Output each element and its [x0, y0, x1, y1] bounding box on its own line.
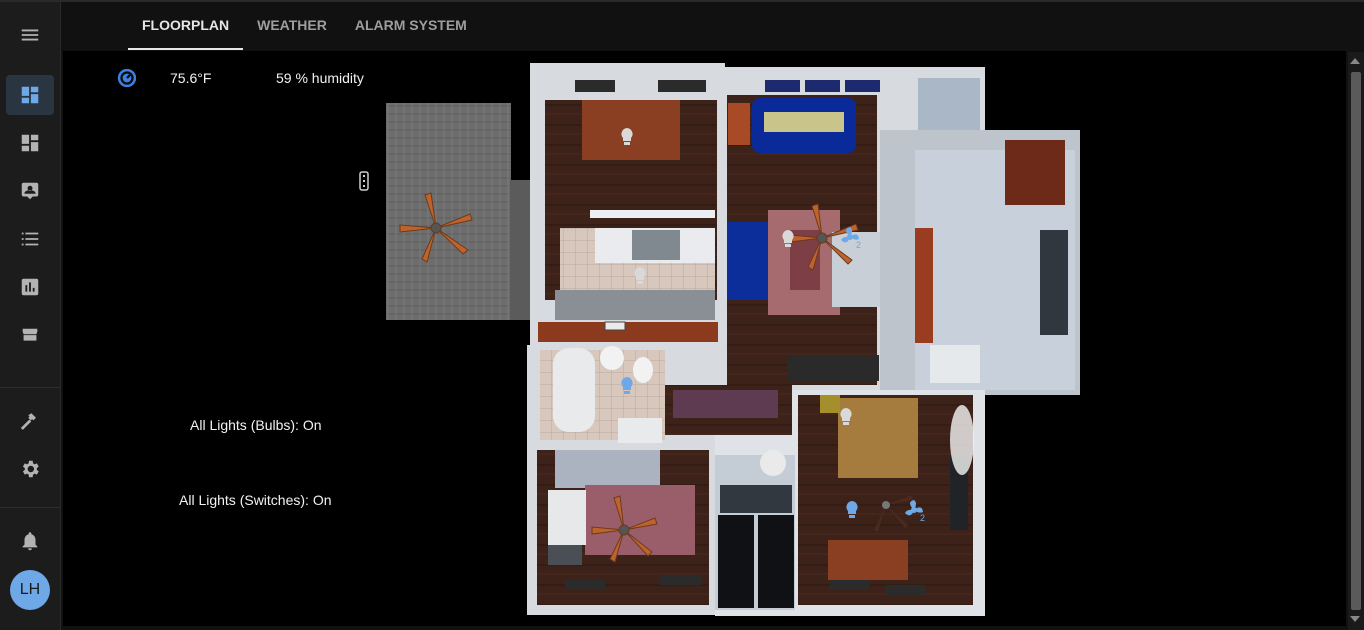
hammer-icon	[20, 413, 36, 430]
notifications-button[interactable]	[6, 521, 54, 561]
humidity-reading: 59 % humidity	[276, 70, 364, 86]
sidebar-divider	[0, 507, 60, 508]
sidebar-item-overview[interactable]	[6, 123, 54, 163]
chart-icon	[21, 278, 39, 296]
menu-icon	[21, 29, 39, 41]
scroll-up-arrow[interactable]	[1350, 58, 1360, 64]
gear-icon	[22, 460, 39, 478]
tab-bar: FLOORPLAN WEATHER ALARM SYSTEM	[128, 2, 481, 50]
sidebar-item-person[interactable]	[6, 171, 54, 211]
dashboard-icon	[21, 86, 39, 104]
format-list-icon	[21, 232, 39, 246]
thermostat-icon[interactable]	[116, 67, 138, 89]
menu-button[interactable]	[6, 15, 54, 55]
avatar[interactable]: LH	[10, 570, 50, 610]
scroll-down-arrow[interactable]	[1350, 616, 1360, 622]
sidebar-divider	[0, 387, 60, 388]
sidebar-item-developer-tools[interactable]	[6, 401, 54, 441]
sidebar-item-logbook[interactable]	[6, 219, 54, 259]
dashboard-icon	[21, 134, 39, 152]
tab-alarm-system[interactable]: ALARM SYSTEM	[341, 2, 481, 50]
scrollbar-thumb[interactable]	[1351, 72, 1361, 610]
sidebar-item-hacs[interactable]	[6, 317, 54, 357]
remote-icon[interactable]	[359, 171, 369, 191]
sidebar	[0, 2, 61, 630]
hacs-store-icon	[22, 328, 38, 341]
sidebar-item-history[interactable]	[6, 267, 54, 307]
fan-speed-label: 2	[856, 240, 861, 250]
floorplan-image: 2 2	[386, 63, 1080, 616]
all-lights-bulbs-status[interactable]: All Lights (Bulbs): On	[190, 417, 322, 433]
sidebar-item-settings[interactable]	[6, 449, 54, 489]
bell-icon	[22, 532, 38, 551]
sidebar-item-floorplan[interactable]	[6, 75, 54, 115]
tab-floorplan[interactable]: FLOORPLAN	[128, 2, 244, 50]
temperature-reading: 75.6°F	[170, 70, 212, 86]
dishwasher-icon[interactable]	[604, 321, 626, 331]
tab-weather[interactable]: WEATHER	[243, 2, 341, 50]
floorplan-card: 2 2 75.6°F 59 % humidity All Lights (Bul…	[63, 51, 1346, 626]
all-lights-switches-status[interactable]: All Lights (Switches): On	[179, 492, 332, 508]
deck	[386, 103, 511, 320]
account-box-icon	[21, 182, 39, 200]
fan-speed-label: 2	[920, 513, 925, 523]
